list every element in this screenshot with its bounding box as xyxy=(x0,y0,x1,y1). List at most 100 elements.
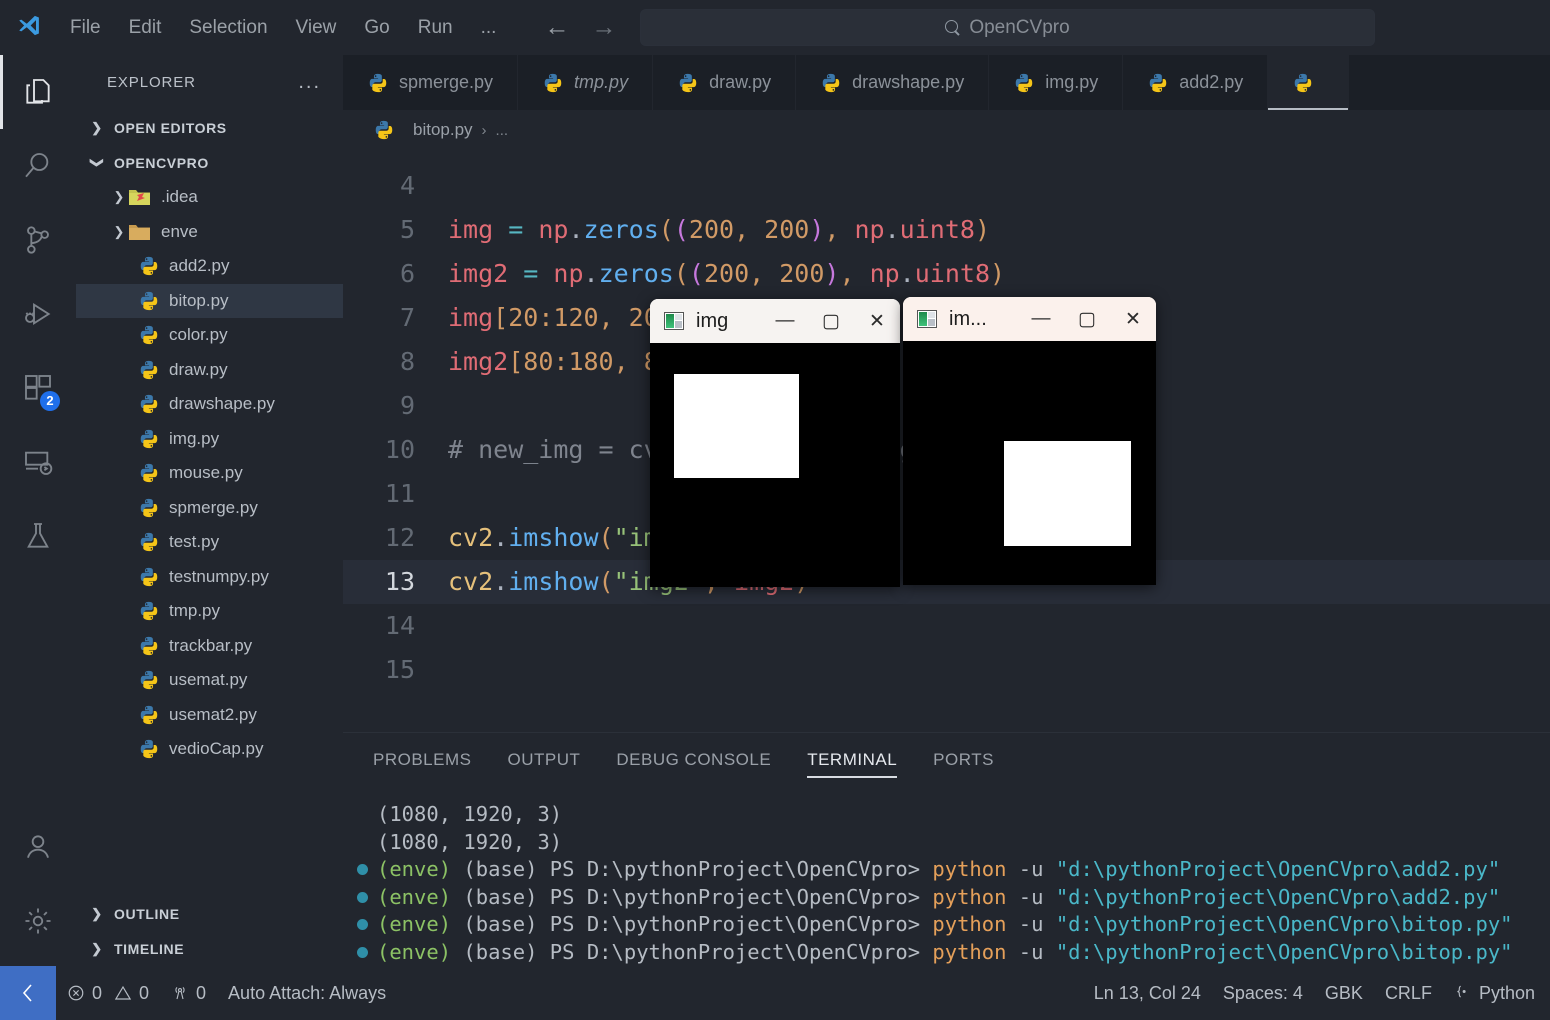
menu-more[interactable]: ... xyxy=(467,17,511,38)
python-file-icon xyxy=(138,738,160,760)
chevron-right-icon[interactable]: ❯ xyxy=(110,189,128,205)
testing-icon[interactable] xyxy=(0,499,76,573)
back-arrow-icon[interactable]: ← xyxy=(544,15,569,40)
opencv-window-img2[interactable]: im... — ▢ ✕ xyxy=(903,297,1156,585)
section-opencvpro[interactable]: ❯ OPENCVPRO xyxy=(76,145,343,180)
extensions-icon[interactable]: 2 xyxy=(0,351,76,425)
editor-tab-drawshape-py[interactable]: drawshape.py xyxy=(796,55,990,110)
tree-item-draw-py[interactable]: draw.py xyxy=(76,353,343,388)
panel-tab-terminal[interactable]: TERMINAL xyxy=(807,733,898,787)
tree-item-vediocap-py[interactable]: vedioCap.py xyxy=(76,732,343,767)
menu-go[interactable]: Go xyxy=(350,17,403,38)
tree-item-testnumpy-py[interactable]: testnumpy.py xyxy=(76,560,343,595)
problems-status[interactable]: 0 0 xyxy=(56,966,160,1020)
accounts-icon[interactable] xyxy=(0,810,76,884)
panel-tab-ports[interactable]: PORTS xyxy=(933,733,994,787)
opencv-window-img[interactable]: img — ▢ ✕ xyxy=(650,299,900,587)
command-status-dot xyxy=(357,891,368,903)
editor-tab-tmp-py[interactable]: tmp.py xyxy=(518,55,654,110)
language-mode[interactable]: Python xyxy=(1443,966,1546,1020)
chevron-right-icon: ❯ xyxy=(91,940,103,956)
tree-item-bitop-py[interactable]: bitop.py xyxy=(76,283,343,318)
menu-view[interactable]: View xyxy=(282,17,351,38)
tree-item-add2-py[interactable]: add2.py xyxy=(76,249,343,284)
opencv-window-titlebar[interactable]: im... — ▢ ✕ xyxy=(903,297,1156,341)
menu-file[interactable]: File xyxy=(56,17,115,38)
editor-tab-label: drawshape.py xyxy=(852,72,965,92)
editor-tab-spmerge-py[interactable]: spmerge.py xyxy=(343,55,519,110)
command-search-bar[interactable]: OpenCVpro xyxy=(640,9,1375,46)
panel-tab-problems[interactable]: PROBLEMS xyxy=(373,733,471,787)
tree-item-usemat2-py[interactable]: usemat2.py xyxy=(76,698,343,733)
minimize-button[interactable]: — xyxy=(762,299,808,343)
maximize-button[interactable]: ▢ xyxy=(1064,297,1110,341)
line-number: 10 xyxy=(384,435,415,464)
python-file-icon xyxy=(138,428,160,450)
auto-attach-status[interactable]: Auto Attach: Always xyxy=(217,966,397,1020)
code-line-5[interactable]: 5 img = np.zeros((200, 200), np.uint8) xyxy=(343,208,1550,252)
line-number: 7 xyxy=(399,303,415,332)
panel-tab-output[interactable]: OUTPUT xyxy=(507,733,580,787)
section-timeline[interactable]: ❯ TIMELINE xyxy=(76,931,343,966)
tree-item--idea[interactable]: ❯ .idea xyxy=(76,180,343,215)
tree-item-color-py[interactable]: color.py xyxy=(76,318,343,353)
explorer-more-actions-icon[interactable]: ... xyxy=(298,71,321,94)
panel-tab-bar: PROBLEMS OUTPUT DEBUG CONSOLE TERMINAL PORTS xyxy=(343,733,1550,787)
close-button[interactable]: ✕ xyxy=(854,299,900,343)
indentation[interactable]: Spaces: 4 xyxy=(1212,966,1314,1020)
search-icon[interactable] xyxy=(0,129,76,203)
tree-item-img-py[interactable]: img.py xyxy=(76,422,343,457)
breadcrumb[interactable]: bitop.py › ... xyxy=(343,110,1550,150)
editor-tab-img-py[interactable]: img.py xyxy=(989,55,1124,110)
code-line-6[interactable]: 6 img2 = np.zeros((200, 200), np.uint8) xyxy=(343,252,1550,296)
encoding[interactable]: GBK xyxy=(1314,966,1374,1020)
window-controls: — ▢ ✕ xyxy=(762,299,900,343)
tree-item-test-py[interactable]: test.py xyxy=(76,525,343,560)
tree-item-mouse-py[interactable]: mouse.py xyxy=(76,456,343,491)
section-outline-label: OUTLINE xyxy=(114,905,180,922)
source-control-icon[interactable] xyxy=(0,203,76,277)
code-line-14[interactable]: 14 xyxy=(343,604,1550,648)
tree-item-enve[interactable]: ❯ enve xyxy=(76,215,343,250)
section-open-editors[interactable]: ❯ OPEN EDITORS xyxy=(76,110,343,145)
settings-gear-icon[interactable] xyxy=(0,884,76,958)
editor-tab-label: spmerge.py xyxy=(399,72,494,92)
radio-tower-status[interactable]: 0 xyxy=(160,966,217,1020)
breadcrumb-file[interactable]: bitop.py xyxy=(413,120,473,140)
python-file-icon xyxy=(138,600,160,622)
code-line-4[interactable]: 4 xyxy=(343,164,1550,208)
tree-item-spmerge-py[interactable]: spmerge.py xyxy=(76,491,343,526)
remote-explorer-icon[interactable] xyxy=(0,425,76,499)
python-file-icon xyxy=(138,393,160,415)
cursor-position[interactable]: Ln 13, Col 24 xyxy=(1083,966,1212,1020)
chevron-right-icon[interactable]: ❯ xyxy=(110,224,128,240)
close-button[interactable]: ✕ xyxy=(1110,297,1156,341)
editor-tab-add2-py[interactable]: add2.py xyxy=(1123,55,1269,110)
tree-item-usemat-py[interactable]: usemat.py xyxy=(76,663,343,698)
breadcrumb-rest[interactable]: ... xyxy=(496,122,509,139)
tree-item-tmp-py[interactable]: tmp.py xyxy=(76,594,343,629)
editor-tab-bar: spmerge.py tmp.py draw.py drawshape.py img.p… xyxy=(343,55,1550,110)
remote-window-icon[interactable] xyxy=(0,966,56,1020)
tree-item-drawshape-py[interactable]: drawshape.py xyxy=(76,387,343,422)
section-outline[interactable]: ❯ OUTLINE xyxy=(76,896,343,931)
maximize-button[interactable]: ▢ xyxy=(808,299,854,343)
editor-tab-overflow[interactable] xyxy=(1268,55,1350,110)
end-of-line[interactable]: CRLF xyxy=(1374,966,1443,1020)
menu-run[interactable]: Run xyxy=(404,17,467,38)
tree-item-label: testnumpy.py xyxy=(169,566,269,586)
python-file-icon xyxy=(1292,72,1314,94)
code-line-15[interactable]: 15 xyxy=(343,648,1550,692)
panel-tab-debug-console[interactable]: DEBUG CONSOLE xyxy=(616,733,771,787)
explorer-icon[interactable] xyxy=(0,55,76,129)
opencv-window-titlebar[interactable]: img — ▢ ✕ xyxy=(650,299,900,343)
menu-edit[interactable]: Edit xyxy=(115,17,176,38)
editor-tab-label: draw.py xyxy=(709,72,772,92)
search-icon xyxy=(945,19,961,36)
run-and-debug-icon[interactable] xyxy=(0,277,76,351)
menu-selection[interactable]: Selection xyxy=(175,17,281,38)
forward-arrow-icon[interactable]: → xyxy=(591,15,616,40)
minimize-button[interactable]: — xyxy=(1018,297,1064,341)
editor-tab-draw-py[interactable]: draw.py xyxy=(653,55,797,110)
tree-item-trackbar-py[interactable]: trackbar.py xyxy=(76,629,343,664)
